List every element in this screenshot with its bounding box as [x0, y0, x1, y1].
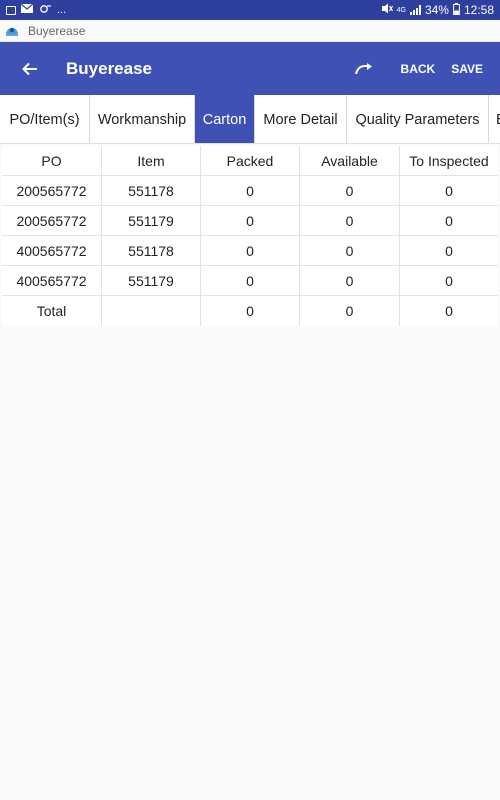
tab-more[interactable]: E: [489, 95, 500, 143]
table-row: 400565772 551179 0 0 0: [2, 266, 498, 296]
tab-more-detail[interactable]: More Detail: [255, 95, 347, 143]
cell-item: 551179: [102, 266, 201, 295]
battery-percent: 34%: [424, 3, 449, 17]
total-to-inspected: 0: [445, 303, 453, 319]
cell-po: 200565772: [2, 206, 102, 235]
signal-icon: [409, 5, 421, 15]
cell-to-inspected[interactable]: 0: [400, 236, 498, 265]
battery-icon: [453, 2, 460, 18]
status-notifications: ...: [6, 3, 67, 17]
more-notifications: ...: [57, 3, 67, 16]
redo-icon[interactable]: [349, 42, 379, 95]
total-available: 0: [300, 296, 400, 326]
page-title: Buyerease: [66, 58, 153, 78]
cell-packed[interactable]: 0: [201, 176, 300, 205]
cell-po: 400565772: [2, 236, 102, 265]
cell-available: 0: [300, 236, 400, 265]
settings-icon: [38, 4, 52, 17]
header-item: Item: [102, 146, 201, 175]
total-item: [102, 296, 201, 326]
table-row: 200565772 551178 0 0 0: [2, 176, 498, 206]
total-label: Total: [2, 296, 102, 326]
back-button[interactable]: BACK: [393, 42, 444, 95]
window-title-strip: Buyerease: [0, 20, 500, 42]
cell-po: 200565772: [2, 176, 102, 205]
table-row: 400565772 551178 0 0 0: [2, 236, 498, 266]
cell-available: 0: [300, 176, 400, 205]
tab-carton[interactable]: Carton: [195, 95, 255, 143]
save-button[interactable]: SAVE: [443, 42, 500, 95]
cell-packed[interactable]: 0: [201, 206, 300, 235]
carton-table: PO Item Packed Available To Inspected 20…: [2, 146, 498, 326]
cell-available: 0: [300, 206, 400, 235]
cell-packed[interactable]: 0: [201, 236, 300, 265]
header-po: PO: [2, 146, 102, 175]
cell-item: 551179: [102, 206, 201, 235]
cell-item: 551178: [102, 236, 201, 265]
gallery-icon: [6, 5, 16, 15]
table-row: 200565772 551179 0 0 0: [2, 206, 498, 236]
app-bar: Buyerease BACK SAVE: [0, 42, 500, 95]
clock: 12:58: [463, 3, 494, 17]
app-logo-icon: [5, 25, 19, 37]
cell-available: 0: [300, 266, 400, 295]
cell-to-inspected[interactable]: 0: [400, 266, 498, 295]
header-to-inspected: To Inspected: [409, 152, 489, 169]
app-bar-actions: BACK SAVE: [349, 42, 500, 95]
window-title: Buyerease: [28, 23, 86, 38]
tab-bar: PO/Item(s) Workmanship Carton More Detai…: [0, 95, 500, 144]
cell-packed[interactable]: 0: [201, 266, 300, 295]
header-available: Available: [300, 146, 400, 175]
status-bar: ... 4G 34% 12:58: [0, 0, 500, 20]
table-total-row: Total 0 0 0: [2, 296, 498, 326]
mute-icon: [381, 3, 393, 17]
cell-po: 400565772: [2, 266, 102, 295]
cell-to-inspected[interactable]: 0: [400, 176, 498, 205]
header-packed: Packed: [201, 146, 300, 175]
cell-item: 551178: [102, 176, 201, 205]
tab-quality-parameters[interactable]: Quality Parameters: [347, 95, 489, 143]
table-header-row: PO Item Packed Available To Inspected: [2, 146, 498, 176]
cell-to-inspected[interactable]: 0: [400, 206, 498, 235]
mail-icon: [20, 3, 34, 16]
tab-workmanship[interactable]: Workmanship: [90, 95, 195, 143]
total-packed: 0: [201, 296, 300, 326]
status-system: 4G 34% 12:58: [381, 2, 494, 18]
network-type: 4G: [396, 6, 406, 14]
tab-po-items[interactable]: PO/Item(s): [0, 95, 90, 143]
back-arrow-icon[interactable]: [4, 42, 56, 95]
